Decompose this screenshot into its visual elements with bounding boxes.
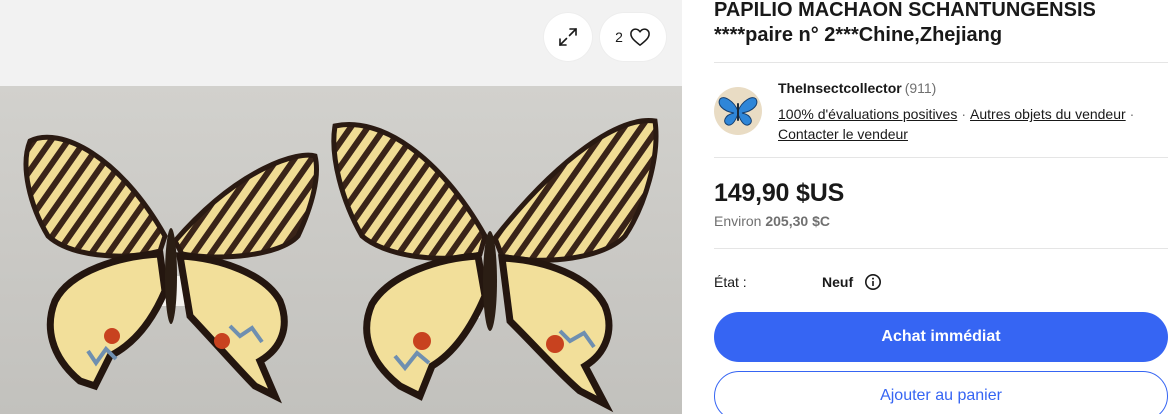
seller-info: TheInsectcollector (911) [778, 80, 936, 96]
image-gallery: 2 [0, 0, 682, 414]
listing-title-line1: PAPILIO MACHAON SCHANTUNGENSIS [714, 0, 1096, 21]
divider [714, 157, 1168, 158]
contact-seller-link[interactable]: Contacter le vendeur [778, 126, 908, 142]
other-items-link[interactable]: Autres objets du vendeur [970, 106, 1126, 122]
condition-value: Neuf [822, 274, 854, 290]
seller-links: 100% d'évaluations positives · Autres obje… [778, 104, 1168, 144]
separator: · [961, 106, 967, 122]
approx-label: Environ [714, 213, 762, 229]
approx-amount: 205,30 $C [765, 213, 830, 229]
expand-button[interactable] [544, 13, 592, 61]
info-icon[interactable] [864, 273, 882, 291]
approx-price: Environ 205,30 $C [714, 213, 830, 229]
add-to-cart-button[interactable]: Ajouter au panier [714, 371, 1168, 414]
price: 149,90 $US [714, 179, 845, 207]
condition-label: État : [714, 274, 747, 290]
favorite-button[interactable]: 2 [600, 13, 666, 61]
main-product-image[interactable] [0, 86, 682, 414]
divider [714, 62, 1168, 63]
positive-feedback-link[interactable]: 100% d'évaluations positives [778, 106, 957, 122]
favorite-count: 2 [615, 29, 623, 45]
seller-avatar[interactable] [714, 87, 762, 135]
expand-arrows-icon [559, 28, 577, 46]
seller-name-link[interactable]: TheInsectcollector [778, 80, 902, 96]
listing-title: PAPILIO MACHAON SCHANTUNGENSIS ****paire… [714, 0, 1168, 48]
butterfly-avatar-icon [718, 97, 758, 126]
buy-now-button[interactable]: Achat immédiat [714, 312, 1168, 362]
separator: · [1129, 106, 1135, 122]
listing-title-line2: ****paire n° 2***Chine,Zhejiang [714, 24, 1003, 46]
listing-details: PAPILIO MACHAON SCHANTUNGENSIS ****paire… [714, 0, 1168, 414]
butterfly-pair-image [23, 118, 659, 413]
seller-feedback-count[interactable]: (911) [905, 80, 937, 96]
divider [714, 248, 1168, 249]
heart-icon [630, 28, 650, 46]
